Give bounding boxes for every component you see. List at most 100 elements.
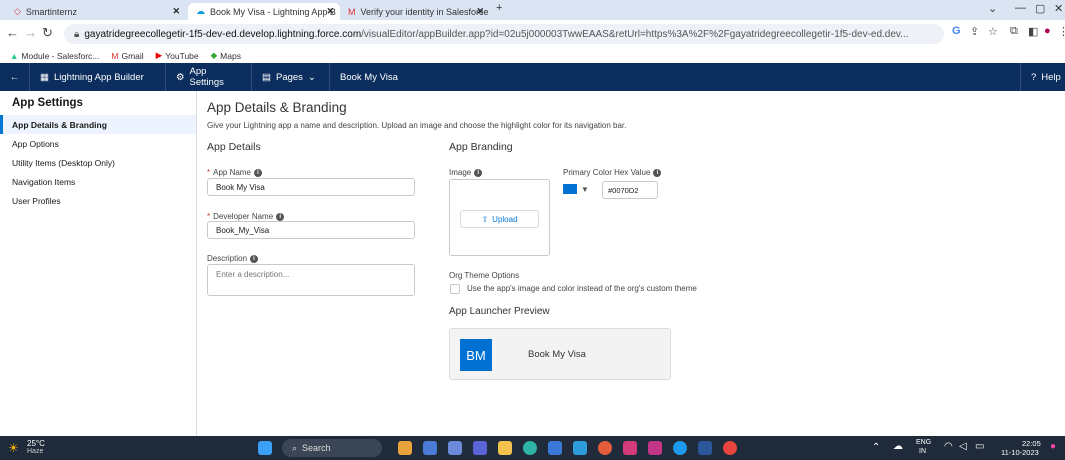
bookmark-module[interactable]: ▲ Module - Salesforc... xyxy=(10,51,99,61)
sidebar-item-user-profiles[interactable]: User Profiles xyxy=(0,191,196,210)
app-launcher-preview-heading: App Launcher Preview xyxy=(449,306,550,317)
info-icon[interactable]: i xyxy=(653,168,662,177)
avatar[interactable]: ● xyxy=(1044,25,1051,37)
google-icon[interactable]: G xyxy=(952,25,961,37)
caret-down-icon: ▼ xyxy=(581,184,589,194)
sidebar-item-app-options[interactable]: App Options xyxy=(0,134,196,153)
app-settings-button[interactable]: ⚙ App Settings xyxy=(166,63,252,91)
back-icon[interactable]: ← xyxy=(6,25,19,40)
trailhead-icon: ▲ xyxy=(10,50,19,61)
page-subtitle: Give your Lightning app a name and descr… xyxy=(207,121,627,130)
developer-name-input[interactable]: Book_My_Visa xyxy=(207,221,415,239)
tray-chevron-icon[interactable]: ⌃ xyxy=(872,442,880,453)
maximize-icon[interactable]: ▢ xyxy=(1035,2,1045,15)
chevron-down-icon[interactable]: ⌄ xyxy=(988,2,997,15)
wifi-icon[interactable]: ◠ xyxy=(944,441,953,452)
app-builder-title: ▦ Lightning App Builder xyxy=(30,63,166,91)
word-icon[interactable] xyxy=(698,441,712,455)
description-label: Description i xyxy=(207,254,259,263)
app-builder-header: ← ▦ Lightning App Builder ⚙ App Settings… xyxy=(0,63,1065,91)
back-button[interactable]: ← xyxy=(0,63,30,91)
page-title: App Details & Branding xyxy=(207,100,347,115)
preview-app-name: Book My Visa xyxy=(528,349,586,360)
bookmark-gmail[interactable]: M Gmail xyxy=(111,51,143,61)
weather-temp: 25°C xyxy=(27,439,45,448)
chrome-active-icon[interactable] xyxy=(723,441,737,455)
tab-smartinternz[interactable]: ◇ Smartinternz ✕ xyxy=(6,3,186,20)
info-icon[interactable]: i xyxy=(474,168,483,177)
bookmark-youtube[interactable]: ▶ YouTube xyxy=(156,50,199,61)
instagram-icon[interactable] xyxy=(648,441,662,455)
main-panel: App Details & Branding Give your Lightni… xyxy=(197,91,1065,436)
app-name-label: * App Name i xyxy=(207,168,262,177)
info-icon[interactable]: i xyxy=(253,168,262,177)
info-icon[interactable]: i xyxy=(250,254,259,263)
chevron-down-icon: ⌄ xyxy=(307,71,316,83)
mail-app-icon[interactable] xyxy=(448,441,462,455)
color-hex-input[interactable]: #0070D2 xyxy=(602,181,658,199)
close-window-icon[interactable]: ✕ xyxy=(1054,2,1063,15)
file-explorer-icon[interactable] xyxy=(498,441,512,455)
clock-date: 11-10-2023 xyxy=(1001,448,1039,457)
telegram-icon[interactable] xyxy=(673,441,687,455)
language-indicator[interactable]: ENG xyxy=(916,439,931,446)
teams-icon[interactable] xyxy=(473,441,487,455)
help-button[interactable]: ? Help xyxy=(1020,63,1065,91)
sidebar-item-utility-items[interactable]: Utility Items (Desktop Only) xyxy=(0,153,196,172)
close-tab-icon[interactable]: ✕ xyxy=(326,6,334,17)
address-bar-row: ← → ↻ 🔒︎ gayatridegreecollegetir-1f5-dev… xyxy=(0,20,1065,48)
color-picker-button[interactable]: ▼ xyxy=(563,181,593,197)
org-theme-checkbox-label: Use the app's image and color instead of… xyxy=(467,284,697,293)
lock-icon: 🔒︎ xyxy=(74,28,80,40)
reload-icon[interactable]: ↻ xyxy=(42,25,53,41)
url-field[interactable]: 🔒︎ gayatridegreecollegetir-1f5-dev-ed.de… xyxy=(64,24,944,44)
minimize-icon[interactable]: — xyxy=(1015,2,1026,14)
bookmark-maps[interactable]: ◆ Maps xyxy=(211,50,241,61)
upload-button[interactable]: ⇧ Upload xyxy=(460,210,539,228)
app-name-label: Book My Visa xyxy=(340,71,398,83)
star-icon[interactable]: ☆ xyxy=(988,25,998,38)
tab-verify-identity[interactable]: M Verify your identity in Salesforce ✕ xyxy=(340,3,490,20)
volume-icon[interactable]: ◁ xyxy=(959,441,967,452)
taskview-icon[interactable] xyxy=(423,441,437,455)
org-theme-label: Org Theme Options xyxy=(449,271,520,280)
close-tab-icon[interactable]: ✕ xyxy=(172,6,180,17)
stocks-icon[interactable] xyxy=(573,441,587,455)
gear-icon: ⚙ xyxy=(176,71,185,83)
close-tab-icon[interactable]: ✕ xyxy=(476,6,484,17)
bookmarks-bar: ▲ Module - Salesforc... M Gmail ▶ YouTube ◆… xyxy=(0,48,1065,63)
maps-icon: ◆ xyxy=(210,50,218,60)
chrome-icon[interactable] xyxy=(598,441,612,455)
sidebar-item-app-details[interactable]: App Details & Branding xyxy=(0,115,196,134)
app-details-heading: App Details xyxy=(207,141,261,153)
battery-icon[interactable]: ▭ xyxy=(975,441,984,452)
new-tab-icon[interactable]: + xyxy=(496,2,502,14)
app-name-input[interactable]: Book My Visa xyxy=(207,178,415,196)
description-textarea[interactable]: Enter a description... xyxy=(207,264,415,296)
store-icon[interactable] xyxy=(548,441,562,455)
org-theme-checkbox[interactable] xyxy=(450,284,460,294)
share-icon[interactable]: ⇪ xyxy=(970,25,979,38)
edge-icon[interactable] xyxy=(523,441,537,455)
info-icon[interactable]: i xyxy=(276,212,285,221)
notification-icon[interactable]: ● xyxy=(1050,441,1056,452)
sidepanel-icon[interactable]: ◧ xyxy=(1028,25,1038,38)
salesforce-icon: ☁ xyxy=(196,6,205,16)
developer-name-label: * Developer Name i xyxy=(207,212,285,221)
widgets-icon[interactable] xyxy=(398,441,412,455)
pages-dropdown[interactable]: ▤ Pages ⌄ xyxy=(252,63,330,91)
extensions-icon[interactable]: ⧉ xyxy=(1010,25,1018,38)
sidebar-item-navigation-items[interactable]: Navigation Items xyxy=(0,172,196,191)
image-dropzone: ⇧ Upload xyxy=(449,179,550,256)
weather-desc: Haze xyxy=(27,448,44,455)
forward-icon[interactable]: → xyxy=(24,25,37,40)
taskbar-search[interactable]: ⌕ Search xyxy=(282,439,382,457)
help-icon: ? xyxy=(1031,71,1037,83)
windows-start-icon[interactable] xyxy=(258,441,272,455)
app-icon[interactable] xyxy=(623,441,637,455)
onedrive-icon[interactable]: ☁ xyxy=(893,441,903,452)
tab-book-my-visa[interactable]: ☁ Book My Visa - Lightning App B ✕ xyxy=(188,3,340,20)
clock-time[interactable]: 22:05 xyxy=(1022,439,1041,448)
menu-icon[interactable]: ⋮ xyxy=(1058,25,1065,38)
region-indicator: IN xyxy=(919,448,926,455)
